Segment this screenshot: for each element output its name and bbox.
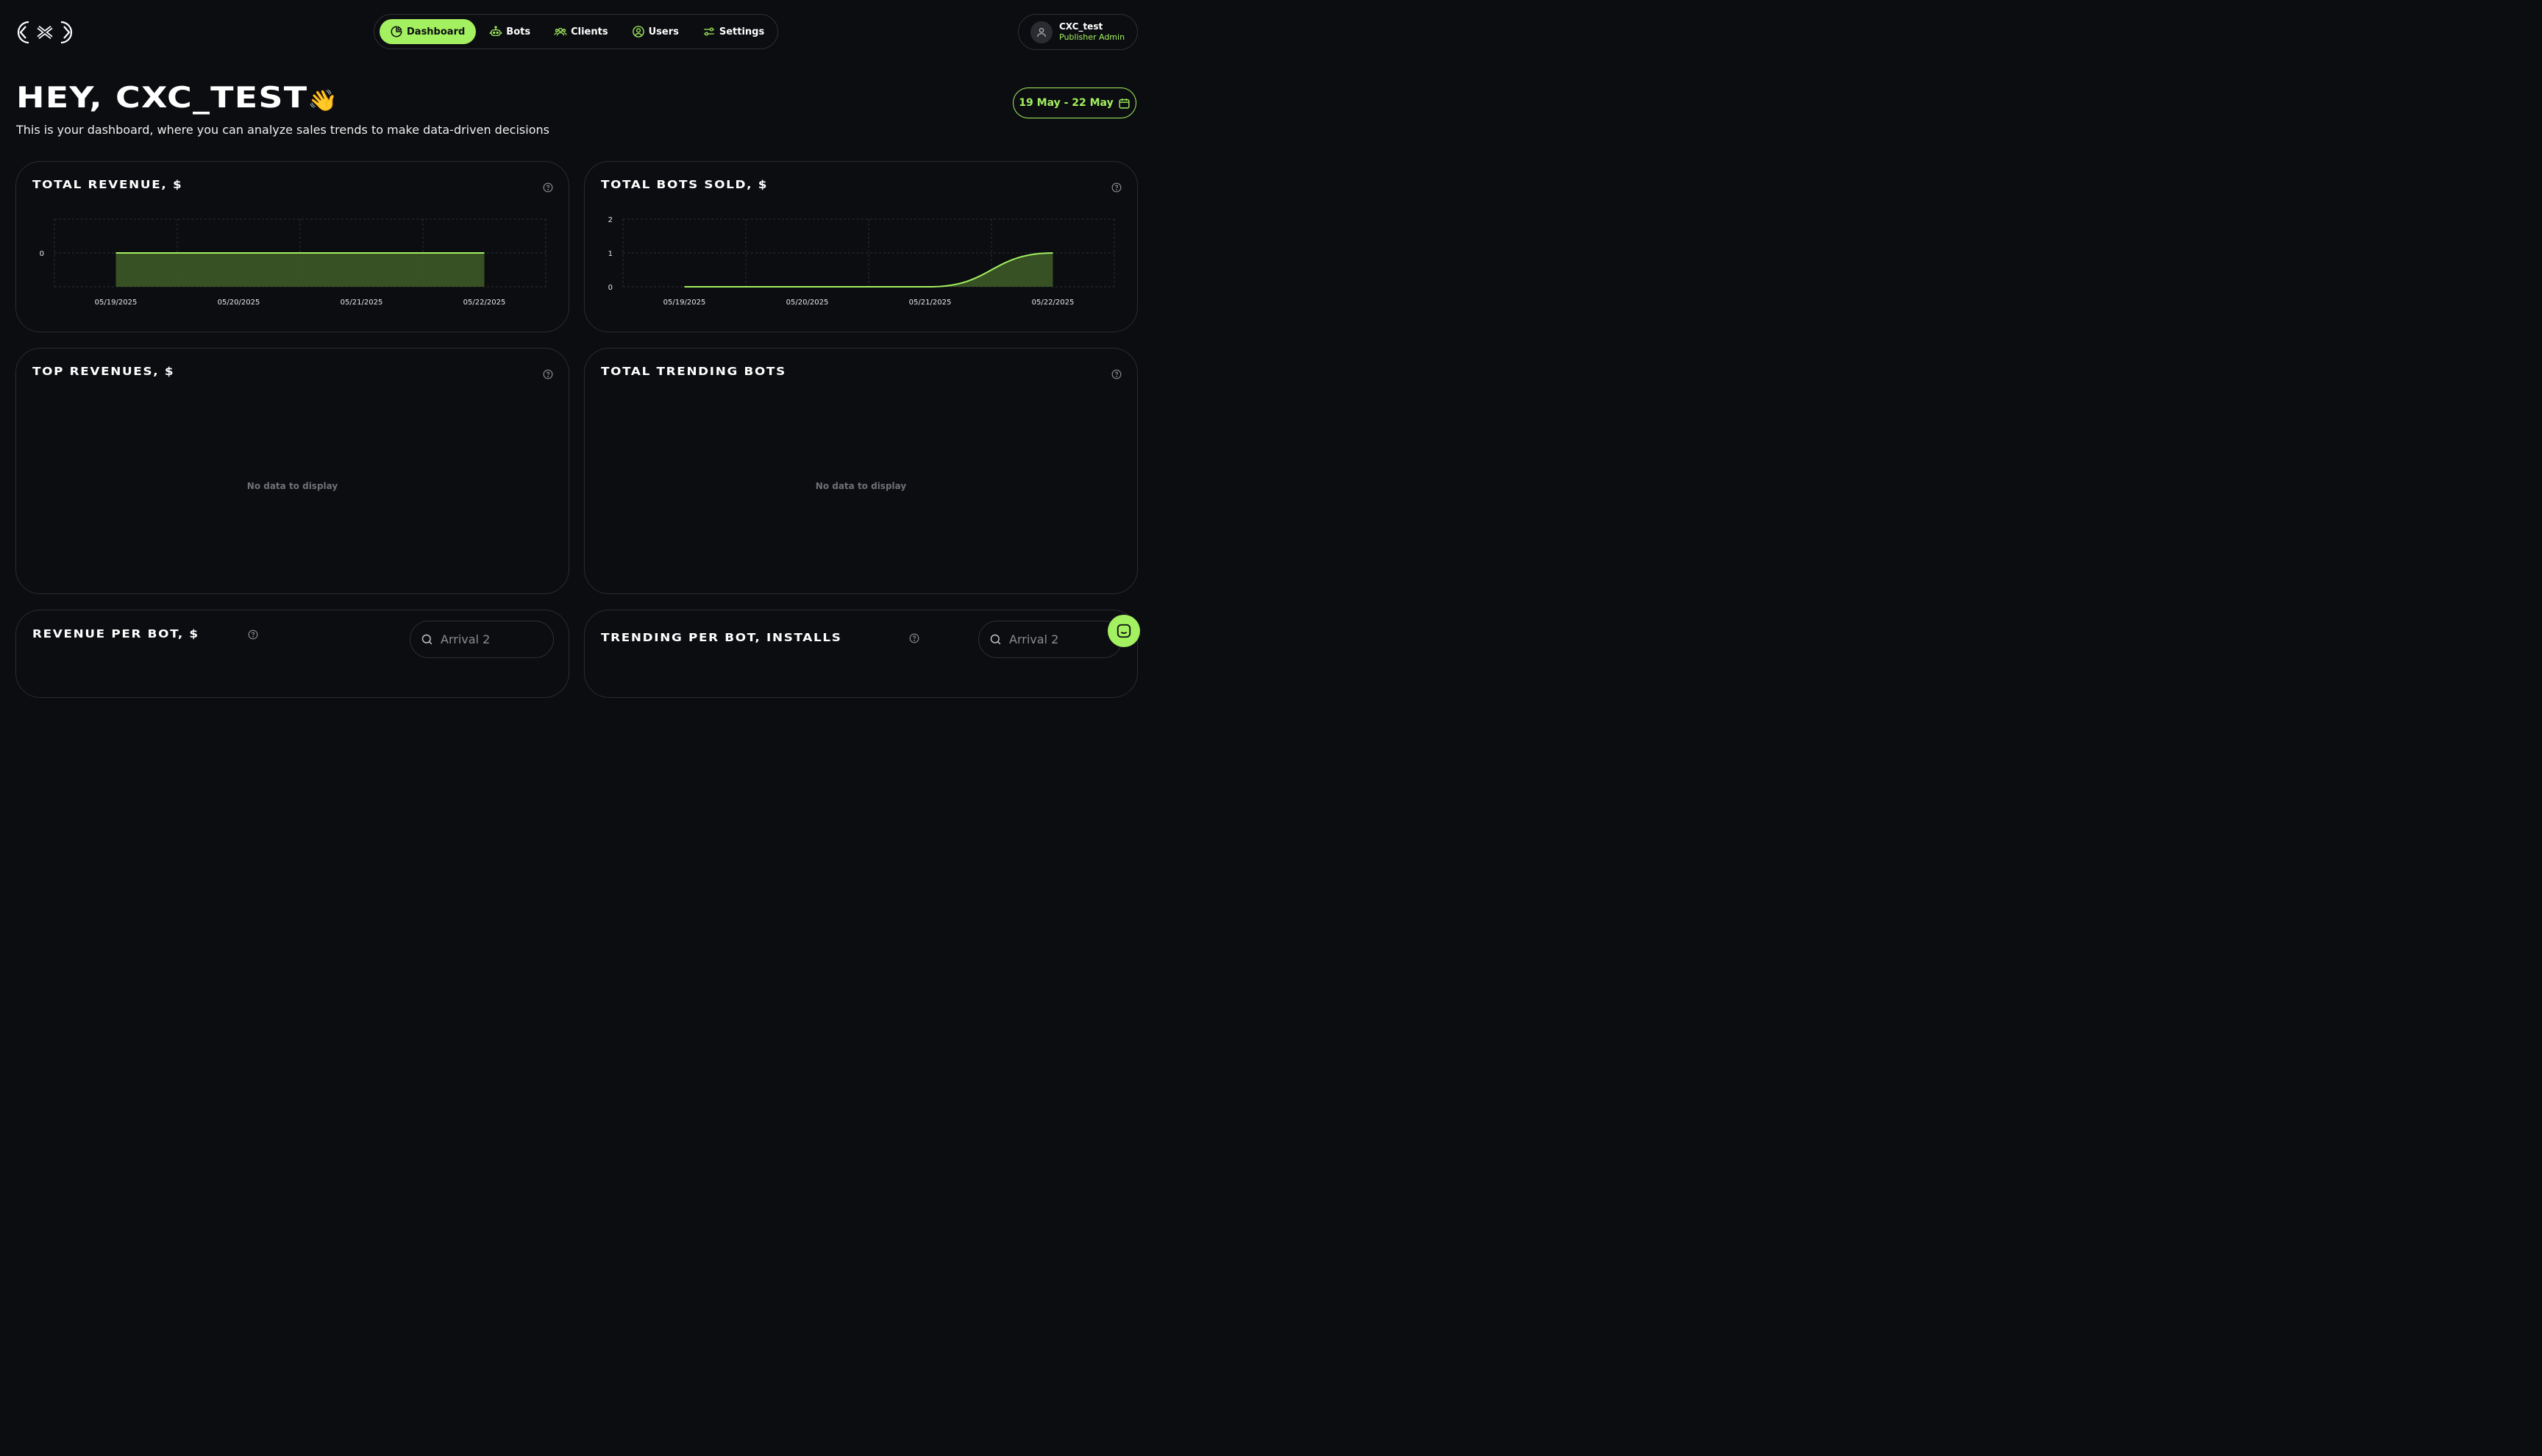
total-trending-bots-card: TOTAL TRENDING BOTS No data to display [584,348,1138,594]
user-menu[interactable]: CXC_test Publisher Admin [1018,14,1138,50]
user-circle-icon [632,26,644,38]
date-range-button[interactable]: 19 May - 22 May [1013,88,1136,118]
total-bots-sold-chart: 0 1 2 05/19/2025 05/20/2025 05/21/2025 05/22/2… [608,216,1115,307]
search-icon [990,634,1001,645]
help-icon[interactable] [909,633,919,643]
help-icon[interactable] [1111,182,1122,193]
user-role: Publisher Admin [1059,32,1125,42]
revenue-bot-search[interactable] [410,621,554,658]
nav-bots[interactable]: Bots [479,19,541,44]
robot-icon [490,26,502,36]
total-revenue-chart: 0 05/19/2025 05/20/2025 05/21/2025 05/22/202… [40,218,547,307]
total-revenue-title: TOTAL REVENUE, $ [32,178,183,191]
clients-icon [554,27,567,36]
avatar [1030,21,1053,43]
y-tick-label: 0 [40,250,44,258]
empty-state: No data to display [246,481,338,491]
x-tick-label: 05/19/2025 [663,299,706,307]
nav-dashboard[interactable]: Dashboard [380,19,477,44]
help-icon[interactable] [1111,369,1122,379]
main-nav: Dashboard Bots Clients Users Settings [374,14,778,49]
date-range-label: 19 May - 22 May [1019,97,1114,109]
x-tick-label: 05/20/2025 [218,299,260,307]
nav-clients[interactable]: Clients [544,19,618,44]
chat-icon [1117,624,1131,638]
nav-clients-label: Clients [571,26,608,38]
page-subtitle: This is your dashboard, where you can an… [16,123,549,137]
y-tick-label: 2 [608,216,613,224]
x-tick-label: 05/20/2025 [786,299,829,307]
help-icon[interactable] [543,369,553,379]
wave-emoji: 👋 [307,88,339,113]
nav-dashboard-label: Dashboard [407,26,466,38]
total-revenue-card: TOTAL REVENUE, $ 0 05/19/2025 05/20/2025 05… [15,161,569,332]
trending-bot-search[interactable] [978,621,1122,658]
trending-per-bot-title: TRENDING PER BOT, INSTALLS [601,631,842,644]
x-tick-label: 05/22/2025 [1032,299,1075,307]
sliders-icon [704,27,714,36]
nav-settings-label: Settings [719,26,765,38]
user-name: CXC_test [1059,21,1103,32]
x-tick-label: 05/21/2025 [909,299,952,307]
cxc-logo[interactable] [16,19,74,46]
total-bots-sold-title: TOTAL BOTS SOLD, $ [601,178,769,191]
search-icon [421,634,432,645]
total-trending-bots-title: TOTAL TRENDING BOTS [601,365,786,378]
calendar-icon [1119,98,1130,109]
total-bots-sold-card: TOTAL BOTS SOLD, $ 0 1 2 05/19/2025 05/20/20… [584,161,1138,332]
x-tick-label: 05/22/2025 [463,299,506,307]
empty-state: No data to display [815,481,907,491]
trending-bot-search-input[interactable] [1008,632,1114,647]
revenue-per-bot-title: REVENUE PER BOT, $ [32,627,199,640]
pie-chart-icon [391,26,402,38]
y-tick-label: 1 [608,250,613,258]
revenue-per-bot-card: REVENUE PER BOT, $ [15,610,569,698]
x-tick-label: 05/19/2025 [95,299,138,307]
user-icon [1037,27,1046,37]
nav-users[interactable]: Users [622,19,689,44]
nav-settings[interactable]: Settings [692,19,775,44]
nav-users-label: Users [648,26,679,38]
nav-bots-label: Bots [506,26,531,38]
trending-per-bot-card: TRENDING PER BOT, INSTALLS [584,610,1138,698]
y-tick-label: 0 [608,284,613,292]
page-title: HEY, CXC_TEST👋 [16,81,339,118]
top-revenues-title: TOP REVENUES, $ [32,365,175,378]
revenue-bot-search-input[interactable] [439,632,545,647]
page-title-text: HEY, CXC_TEST [16,82,308,115]
help-icon[interactable] [248,629,258,640]
area-fill [115,253,485,287]
help-icon[interactable] [543,182,553,193]
chat-button[interactable] [1108,615,1140,647]
top-revenues-card: TOP REVENUES, $ No data to display [15,348,569,594]
x-tick-label: 05/21/2025 [341,299,383,307]
